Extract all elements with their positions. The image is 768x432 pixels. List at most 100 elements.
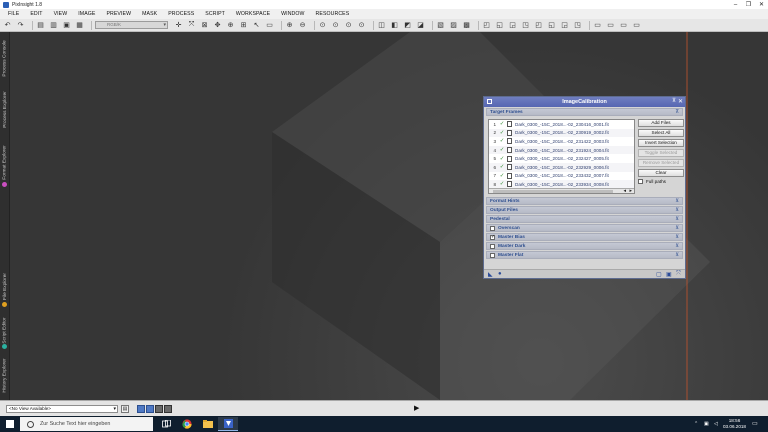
- list-item[interactable]: 1 ✓ Dark_0300_-15C_2018...-02_230416_0001.…: [489, 120, 634, 129]
- view-select[interactable]: <No View Available> ▾: [6, 405, 118, 413]
- tab-history-explorer[interactable]: History Explorer: [0, 352, 10, 398]
- checkmark-icon[interactable]: ✓: [498, 156, 506, 162]
- checkmark-icon[interactable]: ✓: [498, 138, 506, 144]
- layout-1-icon[interactable]: [137, 405, 145, 413]
- play-icon[interactable]: ▶: [414, 404, 419, 412]
- shade-icon[interactable]: ⊼: [672, 98, 676, 104]
- add-files-button[interactable]: Add Files: [638, 119, 684, 128]
- volume-icon[interactable]: ◁: [714, 421, 718, 427]
- tab-file-explorer[interactable]: File Explorer: [0, 266, 10, 307]
- list-item[interactable]: 3 ✓ Dark_0300_-15C_2018...-02_231422_0003.…: [489, 137, 634, 146]
- dialog-title-bar[interactable]: ImageCalibration ⊼ ✕: [484, 97, 685, 107]
- new-instance-icon[interactable]: ◣: [488, 271, 493, 278]
- invert-selection-button[interactable]: Invert Selection: [638, 138, 684, 148]
- browse-documentation-icon[interactable]: ▢: [656, 271, 662, 278]
- taskbar-search[interactable]: Zur Suche Text hier eingeben: [20, 417, 153, 431]
- master-flat-checkbox[interactable]: [490, 252, 495, 258]
- list-item[interactable]: 7 ✓ Dark_0300_-15C_2018...-02_233432_0007.…: [489, 172, 634, 181]
- stf-auto-icon[interactable]: ▧: [436, 21, 445, 30]
- process-8-icon[interactable]: ◳: [573, 21, 582, 30]
- layout-2-icon[interactable]: [146, 405, 154, 413]
- chrome-icon[interactable]: [177, 417, 197, 431]
- checkbox[interactable]: [638, 178, 643, 184]
- menu-resources[interactable]: RESOURCES: [312, 11, 357, 17]
- stf-reset-icon[interactable]: ▨: [449, 21, 458, 30]
- process-6-icon[interactable]: ◱: [547, 21, 556, 30]
- zoom-4-icon[interactable]: ⊙: [357, 21, 366, 30]
- zoom-in-icon[interactable]: ⊕: [285, 21, 294, 30]
- checkmark-icon[interactable]: ✓: [498, 173, 506, 179]
- section-format-hints[interactable]: Format Hints ⊻: [486, 197, 683, 205]
- pixinsight-taskbar-icon[interactable]: [218, 417, 238, 431]
- menu-preview[interactable]: PREVIEW: [102, 11, 138, 17]
- arrow-left-icon[interactable]: ◂: [623, 188, 626, 193]
- zoom-2-icon[interactable]: ⊙: [331, 21, 340, 30]
- zoom-3-icon[interactable]: ⊙: [344, 21, 353, 30]
- checkmark-icon[interactable]: ✓: [498, 121, 506, 127]
- menu-edit[interactable]: EDIT: [26, 11, 49, 17]
- section-master-bias[interactable]: ✓ Master Bias ⊻: [486, 233, 683, 241]
- menu-view[interactable]: VIEW: [50, 11, 75, 17]
- menu-script[interactable]: SCRIPT: [201, 11, 232, 17]
- expand-icon[interactable]: ⊻: [675, 243, 679, 249]
- expand-icon[interactable]: ⊻: [675, 216, 679, 222]
- expand-icon[interactable]: ⊻: [675, 234, 679, 240]
- menu-mask[interactable]: MASK: [138, 11, 164, 17]
- tab-script-editor[interactable]: Script Editor: [0, 310, 10, 350]
- fit-view-icon[interactable]: ⤧: [187, 21, 196, 30]
- section-master-dark[interactable]: Master Dark ⊻: [486, 242, 683, 250]
- close-image-icon[interactable]: ▦: [75, 21, 84, 30]
- select-all-button[interactable]: Select All: [638, 128, 684, 138]
- redo-icon[interactable]: ↷: [16, 21, 25, 30]
- zoom-tool-icon[interactable]: ⊕: [226, 21, 235, 30]
- mask-invert-icon[interactable]: ◧: [390, 21, 399, 30]
- toggle-selected-button[interactable]: Toggle Selected: [638, 148, 684, 158]
- section-target-frames[interactable]: Target Frames ⊼: [486, 108, 683, 116]
- process-5-icon[interactable]: ◰: [534, 21, 543, 30]
- mask-remove-icon[interactable]: ◪: [416, 21, 425, 30]
- menu-file[interactable]: FILE: [4, 11, 26, 17]
- reset-icon[interactable]: ▣: [666, 271, 672, 278]
- pan-icon[interactable]: ✥: [213, 21, 222, 30]
- checkmark-icon[interactable]: ✓: [498, 147, 506, 153]
- workspace-4-icon[interactable]: ▭: [632, 21, 641, 30]
- collapse-icon[interactable]: ⊼: [675, 109, 679, 115]
- section-overscan[interactable]: Overscan ⊻: [486, 224, 683, 232]
- process-3-icon[interactable]: ◲: [508, 21, 517, 30]
- view-menu-icon[interactable]: ▤: [121, 405, 129, 413]
- checkmark-icon[interactable]: ✓: [498, 130, 506, 136]
- minimize-button[interactable]: –: [729, 0, 742, 9]
- channel-select[interactable]: RGB/K ▾: [95, 21, 168, 29]
- maximize-button[interactable]: ❐: [742, 0, 755, 9]
- horizontal-scrollbar[interactable]: ◂ ▸: [489, 188, 634, 193]
- pointer-icon[interactable]: ↖: [252, 21, 261, 30]
- master-dark-checkbox[interactable]: [490, 243, 495, 249]
- section-master-flat[interactable]: Master Flat ⊻: [486, 251, 683, 259]
- open-icon[interactable]: ▤: [36, 21, 45, 30]
- readout-icon[interactable]: ⊞: [239, 21, 248, 30]
- preview-icon[interactable]: ▭: [265, 21, 274, 30]
- expand-icon[interactable]: ⊻: [675, 252, 679, 258]
- process-4-icon[interactable]: ◳: [521, 21, 530, 30]
- close-icon[interactable]: ✕: [678, 98, 683, 105]
- tab-process-explorer[interactable]: Process Explorer: [0, 84, 10, 134]
- mask-enable-icon[interactable]: ◩: [403, 21, 412, 30]
- tray-chevron-icon[interactable]: ⌃: [694, 421, 698, 427]
- process-2-icon[interactable]: ◱: [495, 21, 504, 30]
- file-manager-icon[interactable]: [198, 417, 218, 431]
- checkmark-icon[interactable]: ✓: [498, 164, 506, 170]
- undo-icon[interactable]: ↶: [3, 21, 12, 30]
- process-1-icon[interactable]: ◰: [482, 21, 491, 30]
- menu-window[interactable]: WINDOW: [277, 11, 311, 17]
- network-icon[interactable]: ▣: [704, 421, 709, 427]
- clear-button[interactable]: Clear: [638, 168, 684, 178]
- full-paths-checkbox[interactable]: Full paths: [638, 178, 684, 184]
- layout-4-icon[interactable]: [164, 405, 172, 413]
- list-item[interactable]: 2 ✓ Dark_0300_-15C_2018...-02_230919_0002.…: [489, 128, 634, 138]
- master-bias-checkbox[interactable]: ✓: [490, 234, 495, 240]
- scrollbar-thumb[interactable]: [493, 190, 613, 193]
- task-view-icon[interactable]: [156, 417, 176, 431]
- list-item[interactable]: 6 ✓ Dark_0300_-15C_2018...-02_232929_0006.…: [489, 162, 634, 172]
- workspace-1-icon[interactable]: ▭: [593, 21, 602, 30]
- expand-all-icon[interactable]: ⤧: [676, 271, 681, 278]
